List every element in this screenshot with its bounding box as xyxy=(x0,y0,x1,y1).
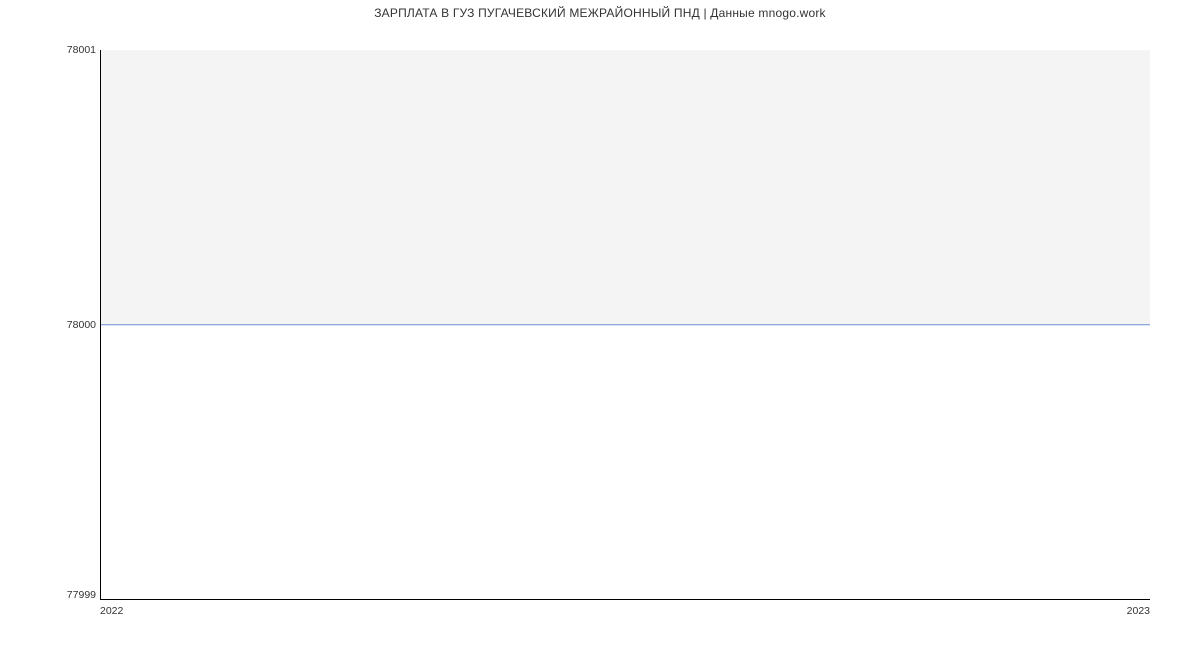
chart-title: ЗАРПЛАТА В ГУЗ ПУГАЧЕВСКИЙ МЕЖРАЙОННЫЙ П… xyxy=(0,6,1200,20)
y-tick-78001: 78001 xyxy=(67,45,96,56)
plot-area xyxy=(100,50,1150,600)
y-tick-78000: 78000 xyxy=(67,320,96,331)
shaded-band xyxy=(101,50,1150,325)
y-tick-77999: 77999 xyxy=(67,590,96,601)
x-tick-2022: 2022 xyxy=(100,606,123,617)
series-line xyxy=(101,324,1150,325)
salary-chart: ЗАРПЛАТА В ГУЗ ПУГАЧЕВСКИЙ МЕЖРАЙОННЫЙ П… xyxy=(0,0,1200,650)
x-tick-2023: 2023 xyxy=(1127,606,1150,617)
